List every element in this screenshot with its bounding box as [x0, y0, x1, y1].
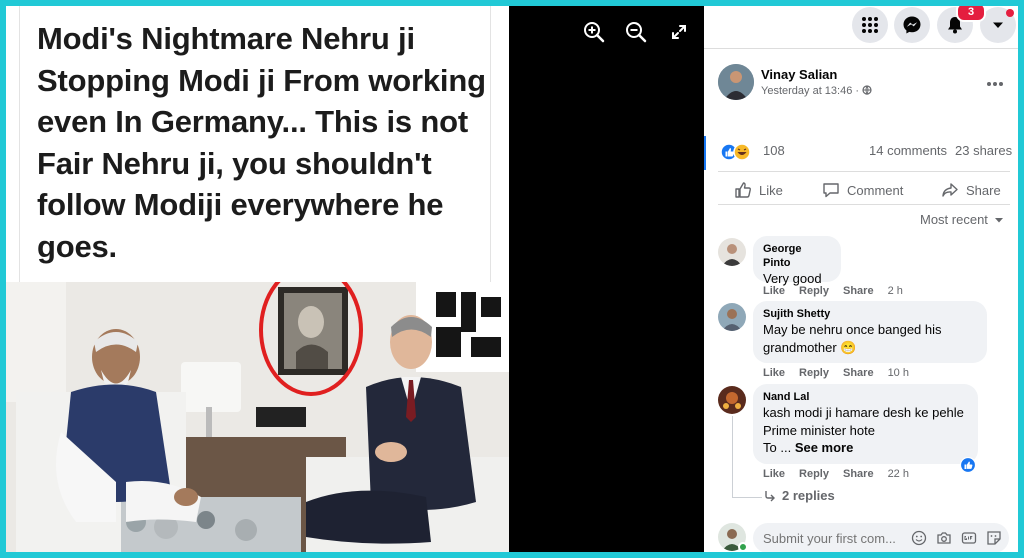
meeting-photo [6, 282, 509, 552]
replies-count: 2 replies [782, 488, 835, 503]
comment-button[interactable]: Comment [822, 181, 903, 199]
caret-down-icon [993, 22, 1003, 28]
comment-like-link[interactable]: Like [763, 367, 785, 379]
comment-like-reaction[interactable] [959, 456, 977, 474]
zoom-out-icon [626, 22, 647, 43]
view-replies-link[interactable]: 2 replies [764, 488, 835, 503]
comment-author[interactable]: Sujith Shetty [763, 307, 977, 321]
commenter-avatar-image [718, 386, 746, 414]
messenger-button[interactable] [894, 7, 930, 43]
comment-time[interactable]: 10 h [888, 367, 909, 379]
comment-text-continued: To ... See more [763, 439, 968, 457]
comment-share-link[interactable]: Share [843, 285, 874, 297]
commenter-avatar[interactable] [718, 386, 746, 414]
comment-share-link[interactable]: Share [843, 367, 874, 379]
camera-icon[interactable] [936, 530, 952, 546]
comment-composer[interactable] [753, 523, 1009, 552]
caption-divider-left [19, 6, 20, 282]
like-button[interactable]: Like [734, 181, 783, 199]
sticker-icon[interactable] [986, 530, 1002, 546]
reply-arrow-icon [765, 490, 775, 501]
comment-reply-link[interactable]: Reply [799, 468, 829, 480]
zoom-in-icon [584, 22, 605, 43]
notifications-badge: 3 [956, 6, 986, 22]
thumbs-up-icon [735, 182, 751, 198]
top-divider [704, 48, 1018, 49]
fullscreen-button[interactable] [665, 18, 693, 46]
comment-label: Comment [847, 182, 904, 198]
actions-divider-top [718, 171, 1010, 172]
comment-bubble: Nand Lal kash modi ji hamare desh ke peh… [753, 384, 978, 464]
comment-actions: Like Reply Share 22 h [763, 468, 923, 480]
comment-share-link[interactable]: Share [843, 468, 874, 480]
scroll-indicator [704, 136, 706, 170]
globe-icon [862, 85, 872, 96]
author-avatar-image [718, 64, 754, 100]
comment-author[interactable]: George Pinto [763, 242, 831, 270]
caption-divider-right [490, 6, 491, 282]
comment-actions: Like Reply Share 2 h [763, 285, 917, 297]
account-alert-dot [1006, 9, 1014, 17]
comment-text: kash modi ji hamare desh ke pehle Prime … [763, 405, 964, 438]
author-name[interactable]: Vinay Salian [761, 67, 837, 82]
menu-button[interactable] [852, 7, 888, 43]
see-more-link[interactable]: See more [795, 440, 854, 455]
commenter-avatar-image [718, 238, 746, 266]
comment-like-link[interactable]: Like [763, 285, 785, 297]
meeting-photo-illustration [6, 282, 509, 552]
comment-bubble: George Pinto Very good [753, 236, 841, 286]
meme-caption-text: Modi's Nightmare Nehru ji Stopping Modi … [37, 21, 486, 264]
thread-line-branch [732, 497, 762, 498]
like-reaction-icon [959, 456, 977, 474]
author-avatar[interactable] [718, 64, 754, 100]
post-timestamp[interactable]: Yesterday at 13:46 · [761, 85, 872, 97]
commenter-avatar[interactable] [718, 238, 746, 266]
comment-time[interactable]: 22 h [888, 468, 909, 480]
commenter-avatar[interactable] [718, 303, 746, 331]
share-label: Share [966, 182, 1001, 198]
fullscreen-icon [672, 25, 686, 39]
messenger-icon [903, 16, 921, 34]
comments-count[interactable]: 14 comments [869, 143, 947, 158]
share-icon [942, 183, 958, 197]
emoji-icon[interactable] [911, 530, 927, 546]
gif-icon[interactable] [961, 530, 977, 546]
zoom-out-button[interactable] [622, 18, 650, 46]
comment-reply-link[interactable]: Reply [799, 285, 829, 297]
comment-input[interactable] [763, 529, 903, 547]
comment-reply-link[interactable]: Reply [799, 367, 829, 379]
meme-caption-panel: Modi's Nightmare Nehru ji Stopping Modi … [18, 6, 492, 282]
sort-comments-dropdown[interactable]: Most recent [920, 212, 1004, 227]
share-button[interactable]: Share [941, 181, 1001, 199]
comment-icon [823, 183, 839, 198]
reactions-summary[interactable] [720, 143, 758, 161]
sort-label: Most recent [920, 212, 988, 227]
thread-line [732, 416, 733, 498]
comment-time[interactable]: 2 h [888, 285, 903, 297]
grid-menu-icon [862, 17, 878, 33]
comment-bubble: Sujith Shetty May be nehru once banged h… [753, 301, 987, 363]
commenter-avatar-image [718, 303, 746, 331]
post-timestamp-text[interactable]: Yesterday at 13:46 · [761, 85, 859, 97]
comment-truncated-text: To ... [763, 440, 792, 455]
shares-count[interactable]: 23 shares [955, 143, 1012, 158]
comment-text: May be nehru once banged his grandmother… [763, 322, 942, 355]
like-haha-reaction-icon [720, 143, 751, 161]
comment-author[interactable]: Nand Lal [763, 390, 968, 404]
reactions-count[interactable]: 108 [763, 143, 785, 158]
more-options-icon [987, 82, 1003, 86]
post-options-button[interactable] [986, 76, 1004, 86]
composer-tools [911, 530, 1002, 546]
post-image: Modi's Nightmare Nehru ji Stopping Modi … [6, 6, 509, 552]
post-side-panel: Vinay Salian Yesterday at 13:46 · 108 14… [704, 6, 1018, 552]
photo-viewer: Modi's Nightmare Nehru ji Stopping Modi … [6, 6, 704, 552]
comment-like-link[interactable]: Like [763, 468, 785, 480]
app-frame: Modi's Nightmare Nehru ji Stopping Modi … [6, 6, 1018, 552]
zoom-in-button[interactable] [580, 18, 608, 46]
comment-actions: Like Reply Share 10 h [763, 367, 923, 379]
actions-divider-bottom [718, 204, 1010, 205]
caret-down-icon [994, 217, 1003, 222]
online-status-dot [738, 542, 748, 552]
like-label: Like [759, 182, 783, 198]
